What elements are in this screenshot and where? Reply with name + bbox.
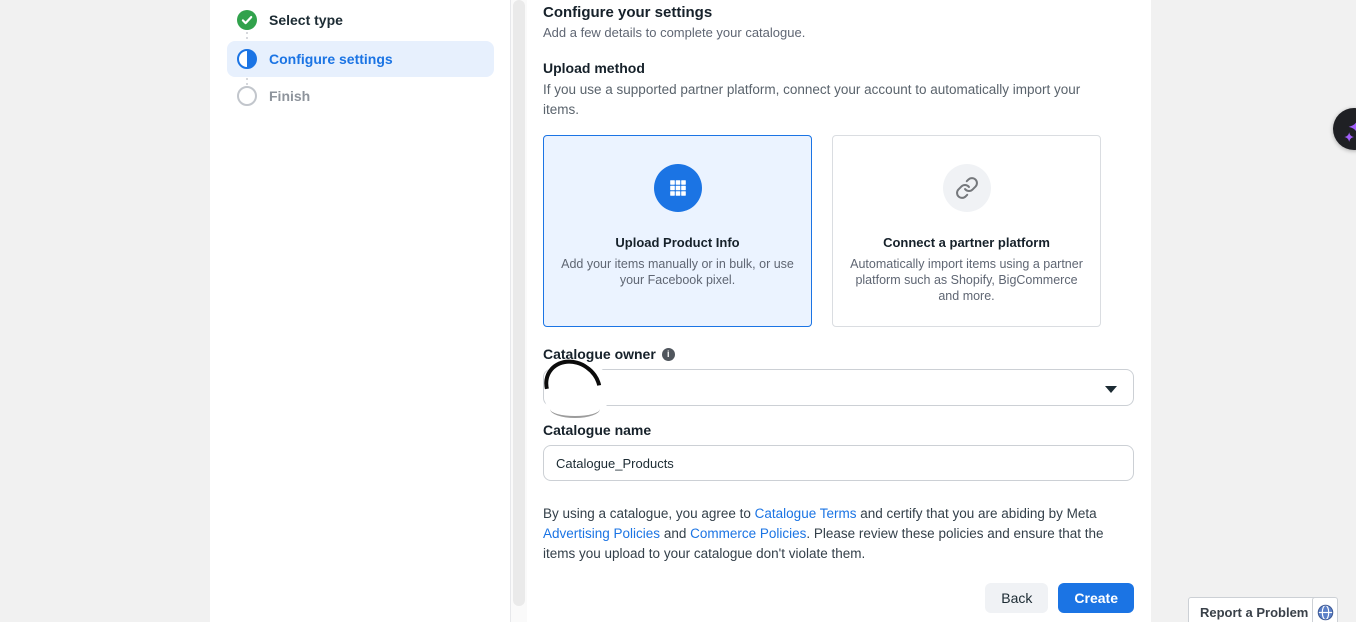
- step-select-type[interactable]: Select type: [227, 2, 494, 38]
- grid-icon: [654, 164, 702, 212]
- sparkles-icon: [1339, 114, 1356, 144]
- upload-method-options: Upload Product Info Add your items manua…: [543, 135, 1101, 327]
- empty-circle-icon: [237, 86, 257, 106]
- page: Select type Configure settings Finish Co…: [0, 0, 1356, 622]
- globe-icon: [1317, 604, 1334, 621]
- catalogue-owner-select[interactable]: [543, 369, 1134, 406]
- scrollbar-track[interactable]: [511, 0, 527, 622]
- create-button[interactable]: Create: [1058, 583, 1134, 613]
- upload-method-description: If you use a supported partner platform,…: [543, 80, 1093, 120]
- step-label: Finish: [269, 88, 310, 104]
- page-title: Configure your settings: [543, 4, 712, 21]
- card-description: Add your items manually or in bulk, or u…: [557, 256, 798, 288]
- terms-segment: and: [660, 526, 690, 541]
- step-configure-settings[interactable]: Configure settings: [227, 41, 494, 77]
- report-a-problem-button[interactable]: Report a Problem: [1188, 597, 1320, 622]
- info-icon[interactable]: [662, 348, 675, 361]
- link-icon: [943, 164, 991, 212]
- action-bar: Back Create: [543, 583, 1134, 613]
- terms-text: By using a catalogue, you agree to Catal…: [543, 504, 1131, 564]
- half-filled-circle-icon: [237, 49, 257, 69]
- main-panel: Configure your settings Add a few detail…: [527, 0, 1151, 622]
- commerce-policies-link[interactable]: Commerce Policies: [690, 526, 806, 541]
- catalogue-name-label: Catalogue name: [543, 422, 651, 438]
- option-connect-partner-platform[interactable]: Connect a partner platform Automatically…: [832, 135, 1101, 327]
- step-label: Configure settings: [269, 51, 393, 67]
- card-title: Upload Product Info: [557, 235, 798, 250]
- language-button[interactable]: [1312, 597, 1338, 622]
- terms-segment: By using a catalogue, you agree to: [543, 506, 755, 521]
- step-connector-dots: [246, 32, 248, 39]
- back-button[interactable]: Back: [985, 583, 1048, 613]
- check-icon: [237, 10, 257, 30]
- card-title: Connect a partner platform: [846, 235, 1087, 250]
- ai-assistant-button[interactable]: [1333, 108, 1356, 150]
- terms-segment: and certify that you are abiding by Meta: [856, 506, 1096, 521]
- scrollbar-thumb[interactable]: [513, 0, 525, 606]
- card-description: Automatically import items using a partn…: [846, 256, 1087, 304]
- page-subtitle: Add a few details to complete your catal…: [543, 25, 805, 40]
- steps-sidebar: Select type Configure settings Finish: [210, 0, 511, 622]
- redacted-owner-value: [544, 361, 612, 419]
- chevron-down-icon: [1105, 386, 1117, 393]
- catalogue-terms-link[interactable]: Catalogue Terms: [755, 506, 857, 521]
- catalogue-name-input[interactable]: [543, 445, 1134, 481]
- upload-method-label: Upload method: [543, 60, 645, 76]
- advertising-policies-link[interactable]: Advertising Policies: [543, 526, 660, 541]
- option-upload-product-info[interactable]: Upload Product Info Add your items manua…: [543, 135, 812, 327]
- step-finish[interactable]: Finish: [227, 78, 494, 114]
- step-label: Select type: [269, 12, 343, 28]
